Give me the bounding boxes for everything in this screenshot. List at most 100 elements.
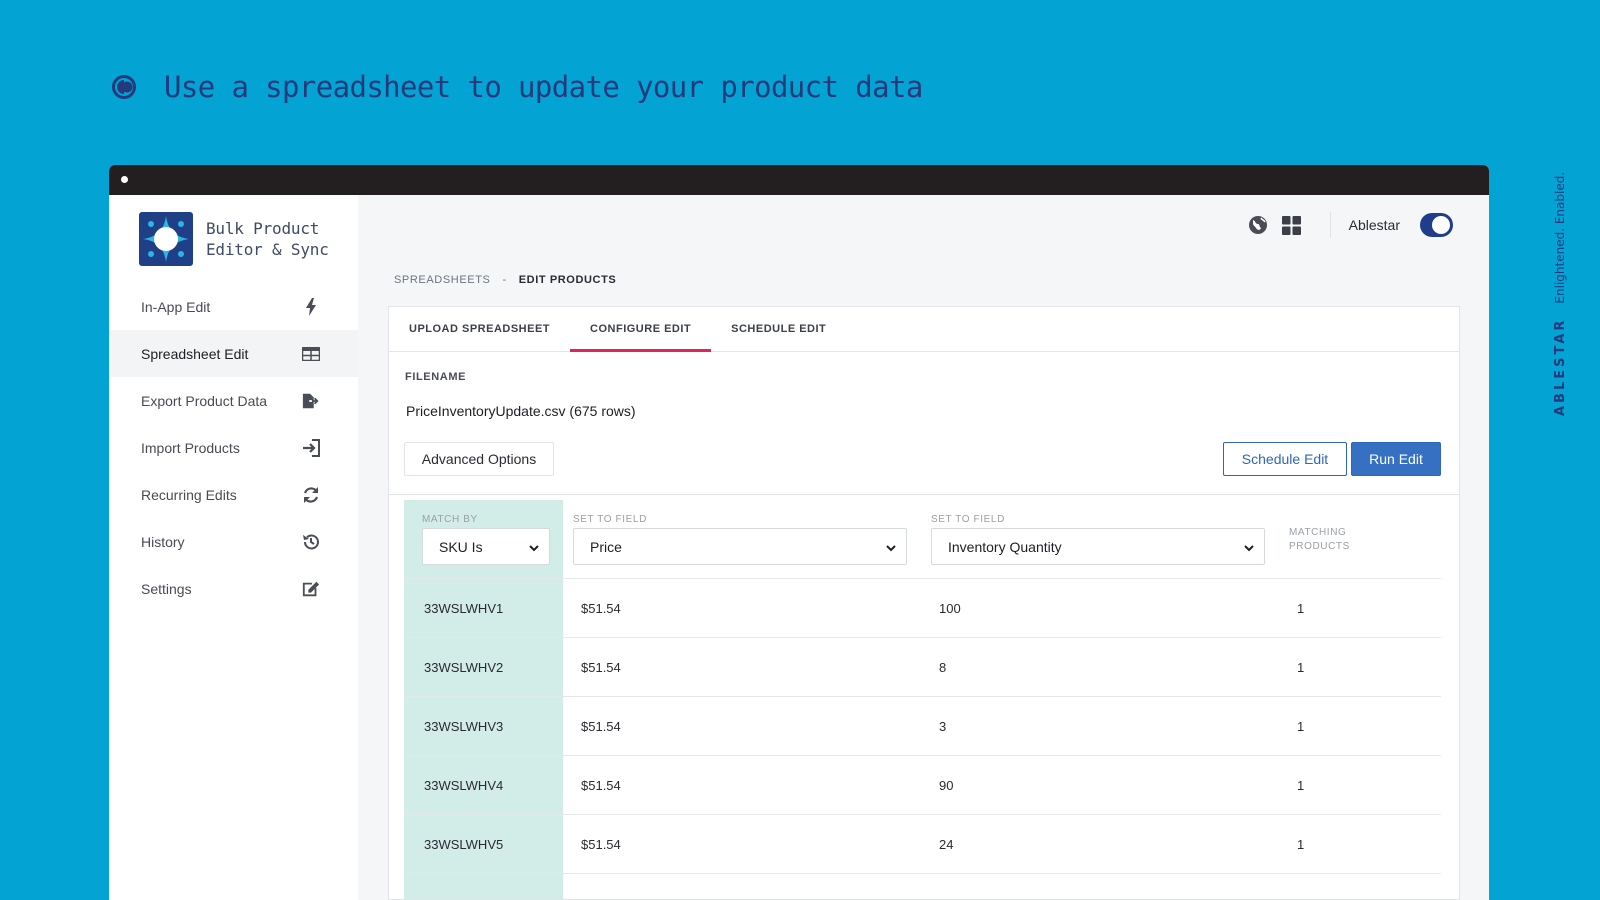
- topbar: Ablestar: [1248, 209, 1453, 241]
- matching-cell: 1: [1297, 601, 1305, 616]
- sidebar: Bulk Product Editor & Sync In-App Edit S…: [109, 195, 358, 900]
- refresh-icon: [302, 486, 320, 504]
- edit-icon: [302, 580, 320, 598]
- sidebar-item-label: Settings: [141, 580, 192, 597]
- app-logo-icon: [139, 212, 193, 266]
- quantity-cell: 3: [939, 719, 947, 734]
- set-field-1-value: Price: [590, 538, 622, 555]
- quantity-cell: 100: [939, 601, 961, 616]
- price-cell: $51.54: [581, 719, 621, 734]
- sidebar-item-label: Spreadsheet Edit: [141, 345, 249, 362]
- matching-header-line2: PRODUCTS: [1289, 541, 1350, 552]
- sidebar-nav: In-App Edit Spreadsheet Edit Export Prod…: [109, 283, 358, 612]
- set-field-1-select[interactable]: Price: [573, 528, 907, 565]
- tab-upload-spreadsheet[interactable]: UPLOAD SPREADSHEET: [389, 307, 570, 351]
- file-export-icon: [302, 392, 320, 410]
- table-icon: [302, 345, 320, 363]
- table-row: 33WSLWHV3 $51.54 3 1: [404, 696, 1441, 755]
- tab-configure-edit[interactable]: CONFIGURE EDIT: [570, 307, 712, 352]
- sidebar-item-settings[interactable]: Settings: [109, 565, 358, 612]
- mapping-grid: MATCH BY SET TO FIELD SET TO FIELD MATCH…: [404, 500, 1441, 899]
- app-name: Bulk Product Editor & Sync: [206, 218, 329, 260]
- matching-header-line1: MATCHING: [1289, 527, 1347, 538]
- sku-cell: 33WSLWHV5: [424, 837, 504, 852]
- toggle-logo-icon: [110, 75, 138, 99]
- window-dot: [121, 176, 128, 183]
- sidebar-item-label: Export Product Data: [141, 392, 268, 409]
- match-by-select[interactable]: SKU Is: [422, 528, 550, 565]
- run-edit-button[interactable]: Run Edit: [1351, 442, 1441, 476]
- sidebar-item-label: In-App Edit: [141, 298, 211, 315]
- sign-in-icon: [302, 438, 320, 457]
- matching-cell: 1: [1297, 778, 1305, 793]
- vertical-brand: ABLESTAR Enlightened. Enabled.: [1553, 172, 1568, 416]
- store-toggle[interactable]: [1420, 213, 1453, 237]
- main-content: Ablestar SPREADSHEETS - EDIT PRODUCTS UP…: [358, 195, 1489, 900]
- sku-cell: 33WSLWHV3: [424, 719, 504, 734]
- table-row: 33WSLWHV1 $51.54 100 1: [404, 578, 1441, 637]
- sidebar-item-recurring-edits[interactable]: Recurring Edits: [109, 471, 358, 518]
- sidebar-item-label: History: [141, 533, 185, 550]
- grid-apps-icon[interactable]: [1282, 215, 1302, 235]
- set-field-2-header: SET TO FIELD: [931, 514, 1005, 525]
- set-field-2-value: Inventory Quantity: [948, 538, 1062, 555]
- breadcrumb-separator: -: [502, 274, 507, 286]
- bolt-icon: [302, 297, 320, 316]
- chevron-down-icon: [1244, 539, 1254, 555]
- app-name-line1: Bulk Product: [206, 219, 320, 238]
- quantity-cell: 8: [939, 660, 947, 675]
- data-rows: 33WSLWHV1 $51.54 100 1 33WSLWHV2 $51.54 …: [404, 578, 1441, 900]
- brand-name: ABLESTAR: [1553, 317, 1568, 416]
- app-name-line2: Editor & Sync: [206, 240, 329, 259]
- history-icon: [302, 533, 320, 551]
- headline-text: Use a spreadsheet to update your product…: [164, 70, 923, 104]
- quantity-cell: 90: [939, 778, 954, 793]
- breadcrumb: SPREADSHEETS - EDIT PRODUCTS: [394, 274, 616, 286]
- advanced-options-button[interactable]: Advanced Options: [404, 442, 554, 476]
- globe-icon[interactable]: [1248, 215, 1268, 235]
- table-row: 33WSLWHV5 $51.54 24 1: [404, 814, 1441, 873]
- app-window: Bulk Product Editor & Sync In-App Edit S…: [109, 165, 1489, 900]
- schedule-edit-button[interactable]: Schedule Edit: [1223, 442, 1347, 476]
- brand-tagline: Enlightened. Enabled.: [1553, 171, 1567, 304]
- tab-bar: UPLOAD SPREADSHEET CONFIGURE EDIT SCHEDU…: [389, 307, 1459, 352]
- store-name: Ablestar: [1348, 217, 1400, 233]
- breadcrumb-current: EDIT PRODUCTS: [518, 274, 617, 286]
- topbar-divider: [1329, 212, 1331, 238]
- sidebar-item-in-app-edit[interactable]: In-App Edit: [109, 283, 358, 330]
- sku-cell: 33WSLWHV4: [424, 778, 504, 793]
- edit-card: UPLOAD SPREADSHEET CONFIGURE EDIT SCHEDU…: [388, 306, 1460, 900]
- set-field-2-select[interactable]: Inventory Quantity: [931, 528, 1265, 565]
- table-row: 33WSLWHV4 $51.54 90 1: [404, 755, 1441, 814]
- match-by-header: MATCH BY: [422, 514, 478, 525]
- matching-cell: 1: [1297, 660, 1305, 675]
- sidebar-item-history[interactable]: History: [109, 518, 358, 565]
- sidebar-item-spreadsheet-edit[interactable]: Spreadsheet Edit: [109, 330, 358, 377]
- sidebar-item-import-products[interactable]: Import Products: [109, 424, 358, 471]
- match-by-value: SKU Is: [439, 538, 483, 555]
- sidebar-item-label: Import Products: [141, 439, 240, 456]
- tab-schedule-edit[interactable]: SCHEDULE EDIT: [711, 307, 846, 351]
- sidebar-item-label: Recurring Edits: [141, 486, 237, 503]
- sku-cell: 33WSLWHV2: [424, 660, 504, 675]
- price-cell: $51.54: [581, 660, 621, 675]
- app-logo[interactable]: Bulk Product Editor & Sync: [139, 212, 329, 266]
- price-cell: $51.54: [581, 837, 621, 852]
- price-cell: $51.54: [581, 778, 621, 793]
- matching-cell: 1: [1297, 837, 1305, 852]
- card-divider: [389, 494, 1459, 495]
- sku-cell: 33WSLWHV1: [424, 601, 504, 616]
- filename-label: FILENAME: [405, 371, 467, 383]
- breadcrumb-spreadsheets-link[interactable]: SPREADSHEETS: [394, 274, 490, 286]
- window-titlebar: [109, 165, 1489, 195]
- set-field-1-header: SET TO FIELD: [573, 514, 647, 525]
- price-cell: $51.54: [581, 601, 621, 616]
- table-row: 33WSLWHV2 $51.54 8 1: [404, 637, 1441, 696]
- quantity-cell: 24: [939, 837, 954, 852]
- chevron-down-icon: [886, 539, 896, 555]
- table-row: [404, 873, 1441, 900]
- matching-cell: 1: [1297, 719, 1305, 734]
- chevron-down-icon: [529, 539, 539, 555]
- sidebar-item-export-product-data[interactable]: Export Product Data: [109, 377, 358, 424]
- matching-products-header: MATCHING PRODUCTS: [1289, 526, 1350, 554]
